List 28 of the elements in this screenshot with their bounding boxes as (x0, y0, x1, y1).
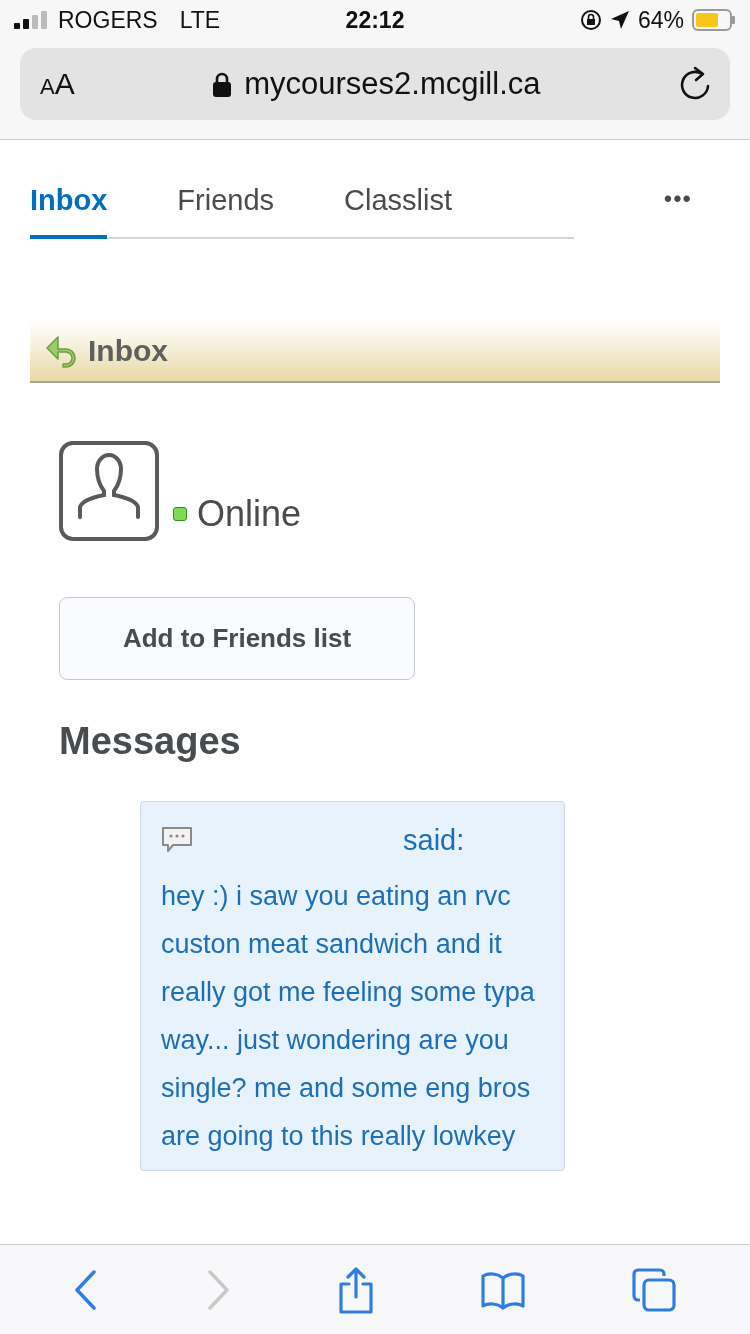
share-icon[interactable] (336, 1265, 376, 1314)
bookmarks-icon[interactable] (480, 1269, 526, 1310)
messages-heading: Messages (59, 720, 242, 763)
speech-bubble-icon (161, 826, 193, 854)
reload-icon[interactable] (678, 66, 712, 102)
signal-icon (14, 11, 50, 29)
avatar-icon (59, 441, 159, 541)
message-text: hey :) i saw you eating an rvc custon meat sandwich and it really got me feeling some typa way... just wondering are you single? me and some eng bros are going to this really lowkey (161, 880, 536, 1153)
address-bar[interactable]: AA mycourses2.mcgill.ca (20, 48, 730, 120)
tabs-icon[interactable] (630, 1265, 678, 1314)
more-button[interactable]: ••• (657, 184, 698, 214)
battery-percent: 64% (637, 6, 684, 34)
text-size-button[interactable]: AA (40, 67, 75, 101)
network-type: LTE (179, 6, 221, 34)
tab[interactable]: Friends (177, 174, 275, 239)
battery-icon (692, 9, 736, 31)
tab[interactable]: Classlist (344, 174, 452, 239)
said-label: said: (403, 823, 465, 857)
location-arrow-icon (609, 10, 630, 30)
add-friend-button[interactable]: Add to Friends list (59, 597, 415, 680)
rotation-lock-icon (579, 9, 602, 31)
lock-icon (212, 71, 233, 97)
url-text: mycourses2.mcgill.ca (244, 66, 541, 102)
clock: 22:12 (345, 6, 405, 34)
tab[interactable]: Inbox (30, 174, 108, 239)
online-status: Online (197, 493, 302, 535)
carrier: ROGERS (58, 6, 158, 34)
section-title: Inbox (88, 334, 168, 368)
